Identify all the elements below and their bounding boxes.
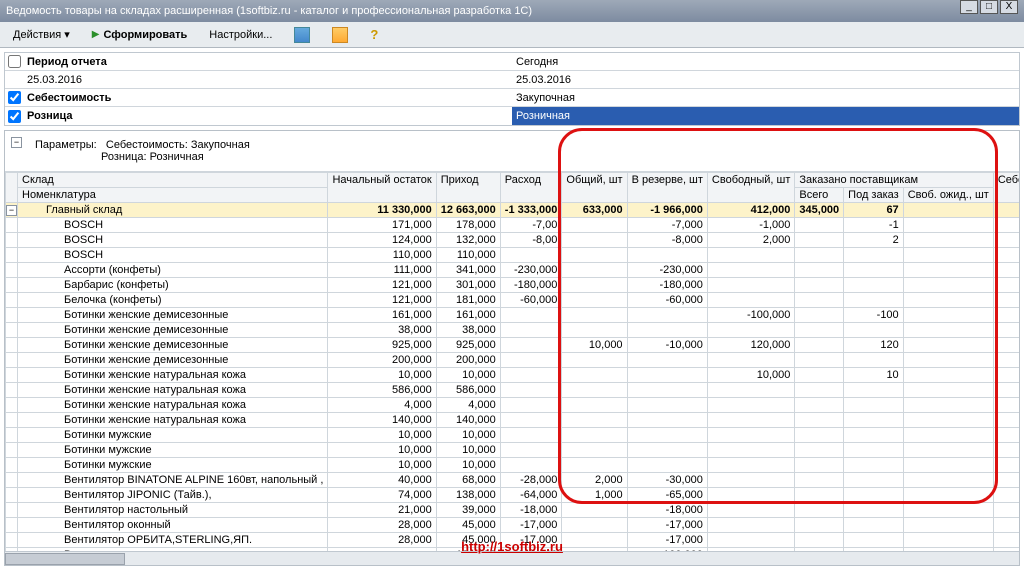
col-prihod: Приход — [436, 173, 500, 203]
report-params-block: − Параметры: Себестоимость: Закупочная Р… — [5, 131, 1019, 172]
col-seb: Себестоимость — [993, 173, 1019, 203]
retail-label: Розница — [23, 110, 73, 122]
table-row[interactable]: Ассорти (конфеты)111,000341,000-230,000-… — [6, 263, 1020, 278]
col-nach: Начальный остаток — [328, 173, 436, 203]
period-to[interactable]: 25.03.2016 — [512, 71, 1019, 88]
table-row[interactable]: Ботинки мужские10,00010,00040,001 780,00 — [6, 458, 1020, 473]
table-row[interactable]: Барбарис (конфеты)121,000301,000-180,000… — [6, 278, 1020, 293]
run-button[interactable]: ▶Сформировать — [85, 26, 195, 44]
report-table-wrap[interactable]: Склад Начальный остаток Приход Расход Об… — [5, 172, 1019, 551]
scrollbar-thumb[interactable] — [5, 553, 125, 565]
col-rezerv: В резерве, шт — [627, 173, 707, 203]
table-row[interactable]: Вентилятор BINATONE ALPINE 160вт, наполь… — [6, 473, 1020, 488]
period-today: Сегодня — [512, 53, 1019, 70]
table-row[interactable]: Ботинки женские демисезонные925,000925,0… — [6, 338, 1020, 353]
col-rashod: Расход — [500, 173, 562, 203]
table-row[interactable]: Ботинки женские натуральная кожа4,0004,0… — [6, 398, 1020, 413]
help-icon: ? — [370, 27, 378, 42]
footer: http://1softbiz.ru — [0, 539, 1024, 554]
table-row[interactable]: Ботинки мужские10,00010,00036,001 602,00 — [6, 428, 1020, 443]
actions-menu[interactable]: Действия ▾ — [6, 25, 77, 44]
export-icon — [332, 27, 348, 43]
table-row[interactable]: BOSCH110,000110,000 — [6, 248, 1020, 263]
cost-checkbox[interactable] — [8, 91, 21, 104]
window-titlebar: Ведомость товары на складах расширенная … — [0, 0, 1024, 22]
table-row[interactable]: Ботинки женские натуральная кожа586,0005… — [6, 383, 1020, 398]
table-row[interactable]: Белочка (конфеты)121,000181,000-60,000-6… — [6, 293, 1020, 308]
play-icon: ▶ — [92, 29, 100, 40]
table-row[interactable]: Ботинки женские демисезонные161,000161,0… — [6, 308, 1020, 323]
col-nomen: Номенклатура — [18, 188, 328, 203]
toolbar-icon-1[interactable] — [287, 24, 317, 46]
toolbar: Действия ▾ ▶Сформировать Настройки... ? — [0, 22, 1024, 48]
table-row[interactable]: BOSCH124,000132,000-8,00-8,0002,00021 00… — [6, 233, 1020, 248]
footer-link[interactable]: http://1softbiz.ru — [461, 539, 563, 554]
report-table: Склад Начальный остаток Приход Расход Об… — [5, 172, 1019, 551]
help-button[interactable]: ? — [363, 24, 385, 45]
table-icon — [294, 27, 310, 43]
col-sklad: Склад — [18, 173, 328, 188]
table-row[interactable]: Ботинки женские демисезонные38,00038,000… — [6, 323, 1020, 338]
minimize-button[interactable]: _ — [960, 0, 978, 14]
table-row[interactable]: Ботинки мужские10,00010,00044,001 958,00 — [6, 443, 1020, 458]
retail-value[interactable]: Розничная — [512, 107, 1019, 125]
toolbar-icon-2[interactable] — [325, 24, 355, 46]
table-row[interactable]: Ботинки женские натуральная кожа140,0001… — [6, 413, 1020, 428]
table-row[interactable]: Ботинки женские натуральная кожа10,00010… — [6, 368, 1020, 383]
table-row[interactable]: Вентилятор настольный21,00039,000-18,000… — [6, 503, 1020, 518]
collapse-icon[interactable]: − — [11, 137, 22, 148]
period-label: Период отчета — [23, 56, 107, 68]
col-zak-group: Заказано поставщикам — [795, 173, 993, 188]
table-row[interactable]: Вентилятор JIPONIC (Тайв.),74,000138,000… — [6, 488, 1020, 503]
col-zak-vsego: Всего — [795, 188, 844, 203]
settings-button[interactable]: Настройки... — [202, 26, 279, 44]
report-area: − Параметры: Себестоимость: Закупочная Р… — [4, 130, 1020, 566]
params-panel: Период отчета Сегодня 25.03.2016 25.03.2… — [4, 52, 1020, 126]
col-zak-pod: Под заказ — [844, 188, 904, 203]
close-button[interactable]: X — [1000, 0, 1018, 14]
retail-checkbox[interactable] — [8, 110, 21, 123]
table-row[interactable]: Ботинки женские демисезонные200,000200,0… — [6, 353, 1020, 368]
cost-label: Себестоимость — [23, 92, 111, 104]
period-checkbox[interactable] — [8, 55, 21, 68]
col-obsh: Общий, шт — [562, 173, 627, 203]
window-title: Ведомость товары на складах расширенная … — [6, 0, 532, 22]
period-from[interactable]: 25.03.2016 — [23, 74, 82, 86]
cost-value[interactable]: Закупочная — [512, 89, 1019, 106]
table-row[interactable]: Вентилятор оконный28,00045,000-17,000-17… — [6, 518, 1020, 533]
table-row[interactable]: BOSCH171,000178,000-7,00-7,000-1,000-11 … — [6, 218, 1020, 233]
col-svob: Свободный, шт — [707, 173, 794, 203]
col-zak-svob: Своб. ожид., шт — [903, 188, 993, 203]
window-controls: _ □ X — [960, 0, 1018, 22]
maximize-button[interactable]: □ — [980, 0, 998, 14]
total-row[interactable]: −Главный склад11 330,00012 663,000-1 333… — [6, 203, 1020, 218]
expand-icon[interactable]: − — [6, 205, 17, 216]
